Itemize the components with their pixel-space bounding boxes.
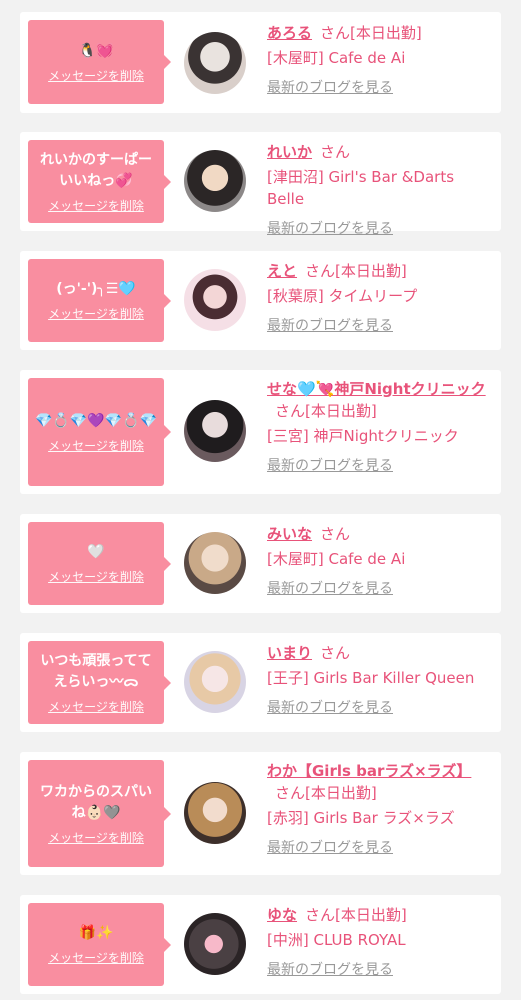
honorific: さん <box>275 784 306 802</box>
shop-name: [秋葉原] タイムリープ <box>267 287 418 305</box>
status-badge: [本日出勤] <box>350 24 422 42</box>
avatar[interactable] <box>184 532 246 594</box>
list-item: 🐧💓 メッセージを削除 あろる さん[本日出勤] [木屋町] Cafe de Ai… <box>20 12 501 113</box>
profile-info: あろる さん[本日出勤] [木屋町] Cafe de Ai 最新のブログを見る <box>267 22 493 98</box>
cast-name[interactable]: えと <box>267 262 297 280</box>
delete-message-link[interactable]: メッセージを削除 <box>48 830 144 846</box>
message-text: 💎💍💎💜💎💍💎 <box>34 412 158 429</box>
message-bubble: 💎💍💎💜💎💍💎 メッセージを削除 <box>28 378 171 486</box>
message-bubble: いつも頑張っててえらいっ〰︎ᯅ メッセージを削除 <box>28 641 171 724</box>
delete-message-link[interactable]: メッセージを削除 <box>48 950 144 966</box>
message-text: ワカからのスパいね👶🏻🩶 <box>40 783 152 821</box>
message-bubble: ワカからのスパいね👶🏻🩶 メッセージを削除 <box>28 760 171 867</box>
cast-name[interactable]: わか【Girls barラズ×ラズ】 <box>267 762 471 780</box>
delete-message-link[interactable]: メッセージを削除 <box>48 569 144 585</box>
status-badge: [本日出勤] <box>335 262 407 280</box>
message-bubble: れいかのすーぱーいいねっ💞 メッセージを削除 <box>28 140 171 223</box>
shop-name: [木屋町] Cafe de Ai <box>267 550 406 568</box>
avatar[interactable] <box>184 269 246 331</box>
cast-name[interactable]: あろる <box>267 24 312 42</box>
shop-name: [王子] Girls Bar Killer Queen <box>267 669 475 687</box>
message-bubble: 🎁✨ メッセージを削除 <box>28 903 171 986</box>
cast-name[interactable]: れいか <box>267 143 312 161</box>
profile-info: わか【Girls barラズ×ラズ】さん[本日出勤] [赤羽] Girls Ba… <box>267 760 493 858</box>
profile-info: ゆな さん[本日出勤] [中洲] CLUB ROYAL 最新のブログを見る <box>267 904 493 980</box>
message-bubble: 🤍 メッセージを削除 <box>28 522 171 605</box>
status-badge: [本日出勤] <box>335 906 407 924</box>
profile-info: れいか さん [津田沼] Girl's Bar &Darts Belle 最新のブ… <box>267 141 493 239</box>
honorific: さん <box>305 906 336 924</box>
message-bubble: (っ'-')╮☰🩵 メッセージを削除 <box>28 259 171 342</box>
avatar[interactable] <box>184 32 246 94</box>
profile-info: みいな さん [木屋町] Cafe de Ai 最新のブログを見る <box>267 523 493 599</box>
delete-message-link[interactable]: メッセージを削除 <box>48 198 144 214</box>
profile-info: いまり さん [王子] Girls Bar Killer Queen 最新のブログ… <box>267 642 493 718</box>
honorific: さん <box>305 262 336 280</box>
honorific: さん <box>320 525 351 543</box>
list-item: れいかのすーぱーいいねっ💞 メッセージを削除 れいか さん [津田沼] Girl'… <box>20 132 501 237</box>
shop-name: [赤羽] Girls Bar ラズ×ラズ <box>267 809 455 827</box>
message-bubble: 🐧💓 メッセージを削除 <box>28 20 171 104</box>
message-text: いつも頑張っててえらいっ〰︎ᯅ <box>40 652 152 690</box>
shop-name: [木屋町] Cafe de Ai <box>267 49 406 67</box>
list-item: いつも頑張っててえらいっ〰︎ᯅ メッセージを削除 いまり さん [王子] Girl… <box>20 633 501 732</box>
shop-name: [津田沼] Girl's Bar &Darts Belle <box>267 168 455 208</box>
profile-info: えと さん[本日出勤] [秋葉原] タイムリープ 最新のブログを見る <box>267 260 493 336</box>
latest-blog-link[interactable]: 最新のブログを見る <box>267 78 493 98</box>
latest-blog-link[interactable]: 最新のブログを見る <box>267 456 493 476</box>
list-item: 🎁✨ メッセージを削除 ゆな さん[本日出勤] [中洲] CLUB ROYAL 最… <box>20 895 501 994</box>
latest-blog-link[interactable]: 最新のブログを見る <box>267 698 493 718</box>
list-item: 🤍 メッセージを削除 みいな さん [木屋町] Cafe de Ai 最新のブログ… <box>20 514 501 613</box>
honorific: さん <box>320 143 351 161</box>
avatar[interactable] <box>184 782 246 844</box>
honorific: さん <box>320 644 351 662</box>
avatar[interactable] <box>184 150 246 212</box>
message-text: れいかのすーぱーいいねっ💞 <box>40 151 152 189</box>
profile-info: せな🩵💘神戸Nightクリニックさん[本日出勤] [三宮] 神戸Nightクリニ… <box>267 378 493 476</box>
delete-message-link[interactable]: メッセージを削除 <box>48 68 144 84</box>
delete-message-link[interactable]: メッセージを削除 <box>48 438 144 454</box>
latest-blog-link[interactable]: 最新のブログを見る <box>267 960 493 980</box>
latest-blog-link[interactable]: 最新のブログを見る <box>267 316 493 336</box>
honorific: さん <box>275 402 306 420</box>
delete-message-link[interactable]: メッセージを削除 <box>48 699 144 715</box>
shop-name: [中洲] CLUB ROYAL <box>267 931 406 949</box>
latest-blog-link[interactable]: 最新のブログを見る <box>267 219 493 239</box>
latest-blog-link[interactable]: 最新のブログを見る <box>267 838 493 858</box>
shop-name: [三宮] 神戸Nightクリニック <box>267 427 459 445</box>
status-badge: [本日出勤] <box>305 784 377 802</box>
cast-name[interactable]: ゆな <box>267 906 297 924</box>
avatar[interactable] <box>184 400 246 462</box>
list-item: (っ'-')╮☰🩵 メッセージを削除 えと さん[本日出勤] [秋葉原] タイムリ… <box>20 251 501 350</box>
message-text: 🐧💓 <box>78 42 114 59</box>
list-item: ワカからのスパいね👶🏻🩶 メッセージを削除 わか【Girls barラズ×ラズ】… <box>20 752 501 875</box>
message-text: (っ'-')╮☰🩵 <box>56 281 136 297</box>
message-text: 🤍 <box>87 544 105 560</box>
delete-message-link[interactable]: メッセージを削除 <box>48 306 144 322</box>
message-text: 🎁✨ <box>78 925 114 941</box>
avatar[interactable] <box>184 913 246 975</box>
favorite-list: 🐧💓 メッセージを削除 あろる さん[本日出勤] [木屋町] Cafe de Ai… <box>0 0 521 1000</box>
cast-name[interactable]: いまり <box>267 644 312 662</box>
list-item: 💎💍💎💜💎💍💎 メッセージを削除 せな🩵💘神戸Nightクリニックさん[本日出勤… <box>20 370 501 494</box>
honorific: さん <box>320 24 351 42</box>
avatar[interactable] <box>184 651 246 713</box>
cast-name[interactable]: せな🩵💘神戸Nightクリニック <box>267 380 486 398</box>
cast-name[interactable]: みいな <box>267 525 312 543</box>
status-badge: [本日出勤] <box>305 402 377 420</box>
latest-blog-link[interactable]: 最新のブログを見る <box>267 579 493 599</box>
